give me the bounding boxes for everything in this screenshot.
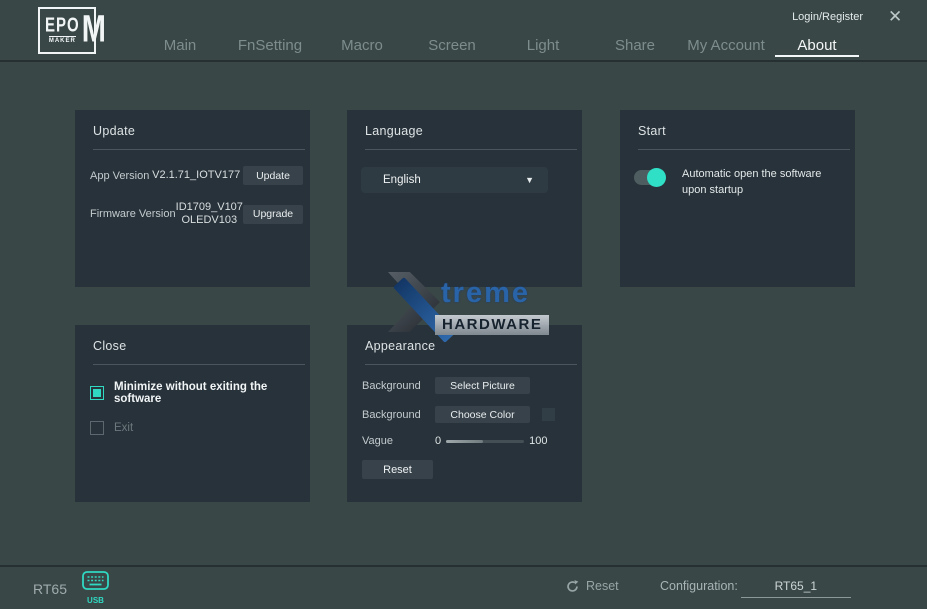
minimize-label: Minimize without exiting the software bbox=[114, 381, 310, 405]
tab-macro[interactable]: Macro bbox=[341, 37, 383, 54]
color-swatch[interactable] bbox=[542, 408, 555, 421]
vague-slider[interactable] bbox=[446, 440, 524, 443]
minimize-option-row: Minimize without exiting the software bbox=[90, 381, 310, 405]
vague-label: Vague bbox=[362, 435, 435, 447]
appearance-panel: Appearance Background Select Picture Bac… bbox=[347, 325, 582, 502]
firmware-version-value: ID1709_V107OLEDV103 bbox=[176, 201, 243, 227]
language-panel-title: Language bbox=[347, 110, 582, 138]
configuration-group: Configuration: RT65_1 bbox=[660, 579, 851, 598]
minimize-checkbox[interactable] bbox=[90, 386, 104, 400]
active-tab-underline bbox=[775, 55, 859, 57]
tab-fnsetting[interactable]: FnSetting bbox=[238, 37, 302, 54]
exit-option-row: Exit bbox=[90, 421, 310, 435]
configuration-value-field[interactable]: RT65_1 bbox=[741, 579, 851, 598]
background-color-label: Background bbox=[362, 409, 435, 421]
configuration-label: Configuration: bbox=[660, 579, 738, 593]
appearance-reset-button[interactable]: Reset bbox=[362, 460, 433, 479]
device-name: RT65 bbox=[33, 581, 67, 597]
reset-configuration-button[interactable]: Reset bbox=[566, 579, 619, 593]
vague-slider-row: Vague 0 100 bbox=[362, 435, 576, 447]
select-picture-button[interactable]: Select Picture bbox=[435, 377, 530, 394]
reset-label: Reset bbox=[586, 579, 619, 593]
language-selected-value: English bbox=[361, 174, 525, 186]
tab-screen[interactable]: Screen bbox=[428, 37, 476, 54]
logo-m-mark: M bbox=[82, 12, 106, 50]
appearance-panel-title: Appearance bbox=[347, 325, 582, 353]
top-bar: EPO MAKER M Main FnSetting Macro Screen … bbox=[0, 0, 927, 62]
usb-label: USB bbox=[82, 596, 109, 605]
tab-main[interactable]: Main bbox=[164, 37, 197, 54]
vague-min-value: 0 bbox=[435, 435, 441, 447]
connection-indicator: USB bbox=[82, 571, 109, 605]
logo-epo-text: EPO bbox=[45, 15, 80, 35]
start-panel-title: Start bbox=[620, 110, 855, 138]
exit-checkbox[interactable] bbox=[90, 421, 104, 435]
close-panel: Close Minimize without exiting the softw… bbox=[75, 325, 310, 502]
chevron-down-icon: ▼ bbox=[525, 175, 548, 185]
divider bbox=[93, 149, 305, 150]
update-button[interactable]: Update bbox=[243, 166, 303, 185]
update-panel: Update App Version V2.1.71_IOTV177 Updat… bbox=[75, 110, 310, 287]
start-panel: Start Automatic open the software upon s… bbox=[620, 110, 855, 287]
close-panel-title: Close bbox=[75, 325, 310, 353]
divider bbox=[638, 149, 850, 150]
autostart-row: Automatic open the software upon startup bbox=[634, 167, 845, 199]
logo-text: EPO MAKER bbox=[45, 18, 80, 44]
vague-slider-fill bbox=[446, 440, 483, 443]
choose-color-button[interactable]: Choose Color bbox=[435, 406, 530, 423]
reset-icon bbox=[566, 580, 579, 593]
toggle-knob bbox=[647, 168, 666, 187]
app-version-value: V2.1.71_IOTV177 bbox=[149, 169, 243, 182]
tab-about[interactable]: About bbox=[797, 37, 836, 54]
startup-toggle[interactable] bbox=[634, 170, 664, 185]
exit-label: Exit bbox=[114, 422, 133, 434]
tab-share[interactable]: Share bbox=[615, 37, 655, 54]
bottom-bar: RT65 USB Reset Configuration: RT65_1 bbox=[0, 565, 927, 609]
login-register-link[interactable]: Login/Register bbox=[792, 11, 863, 23]
autostart-label: Automatic open the software upon startup bbox=[682, 167, 840, 199]
firmware-version-row: Firmware Version ID1709_V107OLEDV103 Upg… bbox=[90, 201, 303, 227]
vague-max-value: 100 bbox=[529, 435, 547, 447]
app-version-label: App Version bbox=[90, 170, 149, 182]
divider bbox=[93, 364, 305, 365]
background-picture-label: Background bbox=[362, 380, 435, 392]
language-dropdown[interactable]: English ▼ bbox=[361, 167, 548, 193]
tab-light[interactable]: Light bbox=[527, 37, 560, 54]
firmware-version-label: Firmware Version bbox=[90, 208, 176, 220]
close-icon[interactable]: ✕ bbox=[888, 7, 902, 27]
divider bbox=[365, 149, 577, 150]
language-panel: Language English ▼ bbox=[347, 110, 582, 287]
epomaker-app-window: EPO MAKER M Main FnSetting Macro Screen … bbox=[0, 0, 927, 609]
background-picture-row: Background Select Picture bbox=[362, 377, 576, 394]
tab-my-account[interactable]: My Account bbox=[687, 37, 765, 54]
background-color-row: Background Choose Color bbox=[362, 406, 576, 423]
update-panel-title: Update bbox=[75, 110, 310, 138]
divider bbox=[365, 364, 577, 365]
keyboard-icon bbox=[82, 571, 109, 591]
epomaker-logo: EPO MAKER M bbox=[38, 7, 96, 54]
upgrade-button[interactable]: Upgrade bbox=[243, 205, 303, 224]
app-version-row: App Version V2.1.71_IOTV177 Update bbox=[90, 166, 303, 185]
